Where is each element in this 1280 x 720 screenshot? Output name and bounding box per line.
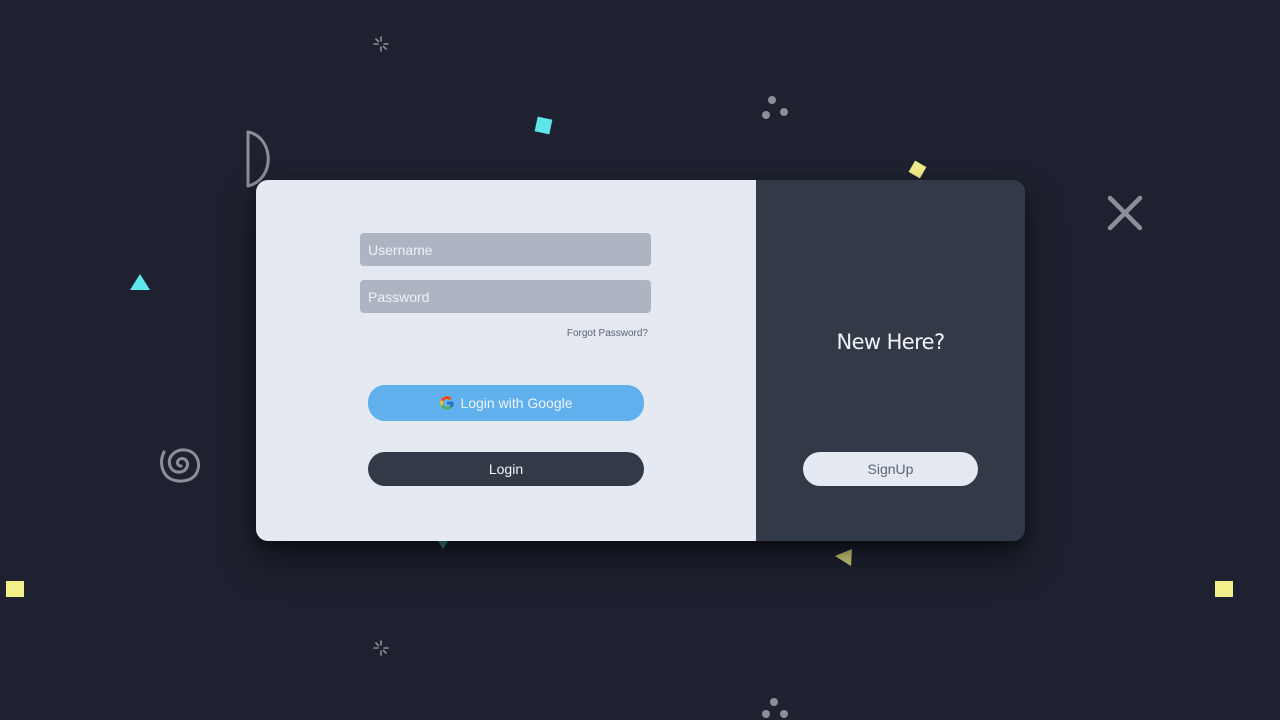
cyan-triangle-deco [130, 274, 150, 290]
yellow-triangle-deco [835, 549, 852, 566]
spiral-deco [160, 448, 200, 483]
sparkle-deco-bottom [373, 640, 389, 656]
cyan-square-deco [534, 116, 553, 135]
google-button-label: Login with Google [460, 395, 573, 411]
auth-card: Forgot Password? Login with Google Login… [256, 180, 1025, 541]
yellow-diamond-deco [908, 160, 927, 179]
username-input[interactable] [360, 233, 651, 266]
sparkle-deco [373, 36, 389, 52]
teal-triangle-deco [438, 541, 448, 549]
yellow-square-deco-left [6, 581, 24, 597]
yellow-square-deco-right [1215, 581, 1233, 597]
google-g-icon [440, 396, 455, 410]
cross-deco [1107, 195, 1143, 231]
signup-panel: New Here? SignUp [756, 180, 1025, 541]
new-here-heading: New Here? [836, 330, 945, 354]
dots-deco [762, 96, 788, 119]
login-with-google-button[interactable]: Login with Google [368, 385, 644, 421]
forgot-password-link[interactable]: Forgot Password? [567, 328, 648, 339]
login-button[interactable]: Login [368, 452, 644, 486]
signup-button[interactable]: SignUp [803, 452, 978, 486]
password-input[interactable] [360, 280, 651, 313]
dots-deco-bottom [762, 698, 788, 718]
login-panel: Forgot Password? Login with Google Login [256, 180, 756, 541]
